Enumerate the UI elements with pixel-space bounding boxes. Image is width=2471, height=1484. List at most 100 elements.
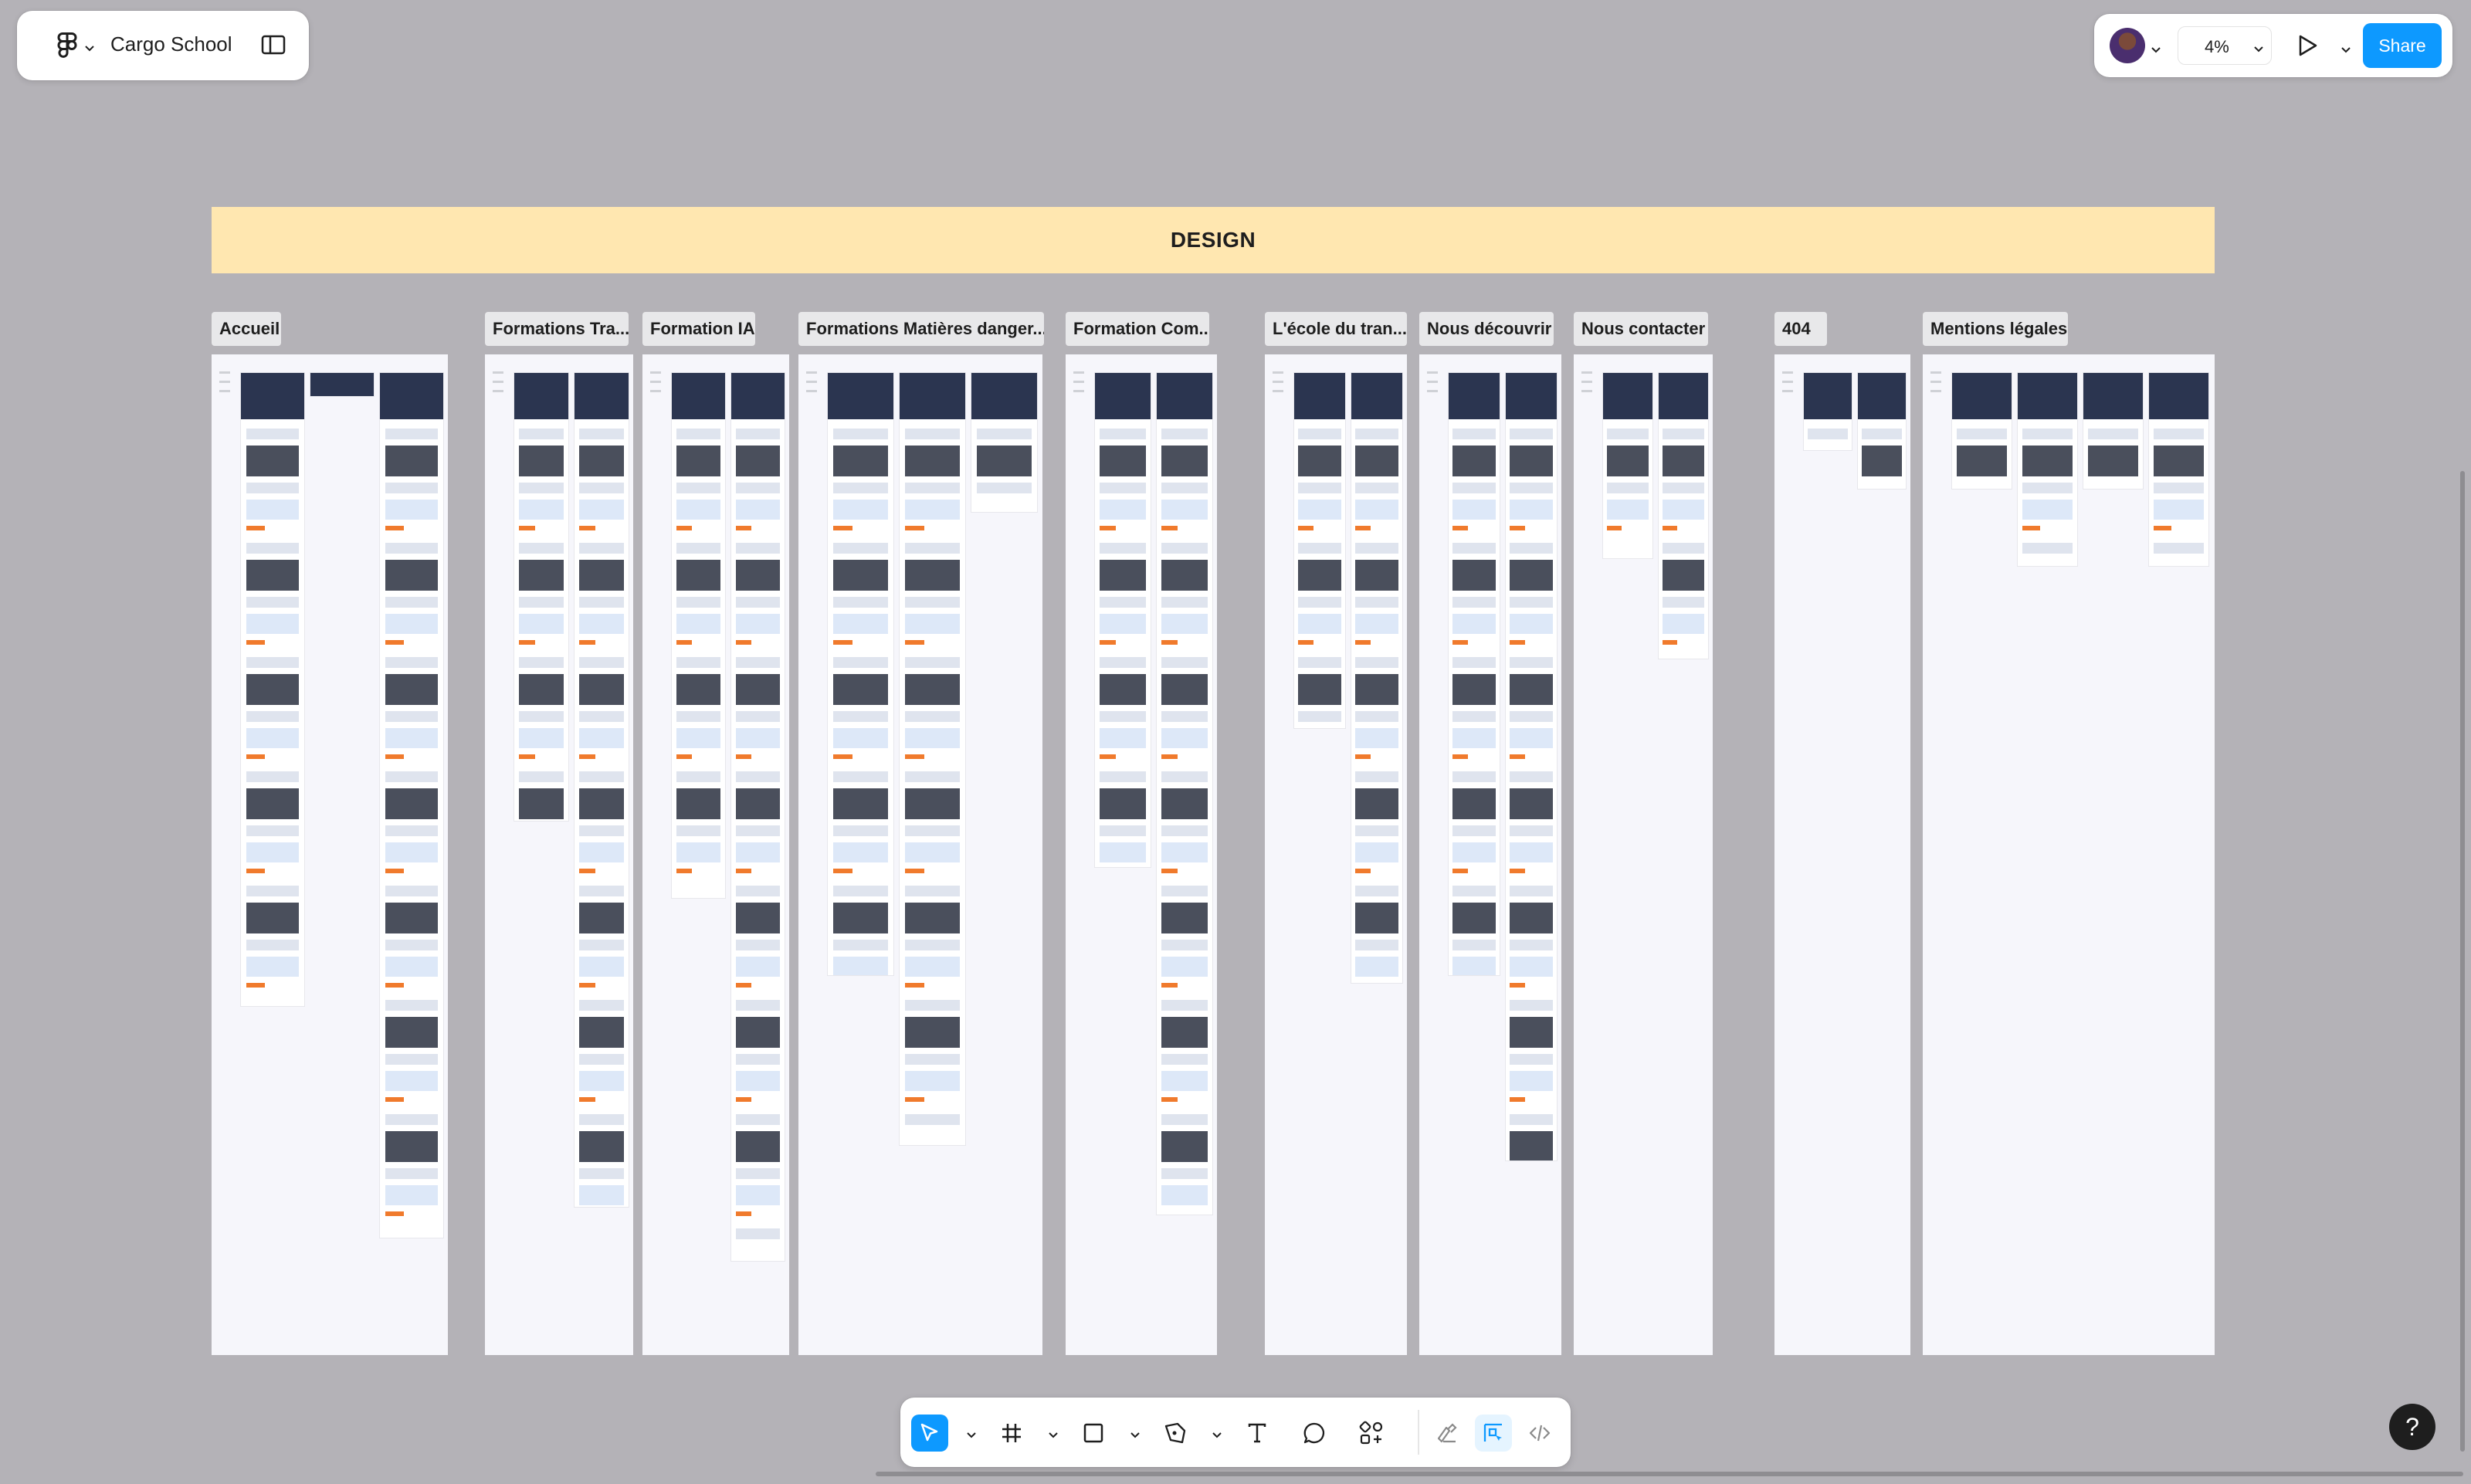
page-thumbnail[interactable] [1858,373,1906,489]
dev-mode-button[interactable] [1521,1415,1558,1452]
page-thumbnail[interactable] [1449,373,1500,975]
page-thumbnail[interactable] [1659,373,1708,659]
section-label[interactable]: 404 [1774,312,1827,346]
comment-tool-button[interactable] [1296,1415,1333,1452]
thumbnail-block [385,728,439,748]
thumbnail-block [1161,429,1208,439]
thumbnail-block [518,788,564,819]
present-play-icon[interactable] [2296,34,2318,61]
page-thumbnail[interactable] [1804,373,1852,450]
page-thumbnail[interactable] [1603,373,1652,558]
help-button[interactable]: ? [2389,1404,2435,1450]
section-label[interactable]: L'école du tran... [1265,312,1407,346]
section-label[interactable]: Mentions légales [1923,312,2068,346]
section-frame[interactable] [485,354,633,1355]
thumbnail-block [904,446,961,476]
section-frame[interactable] [212,354,448,1355]
design-section-banner[interactable]: DESIGN [212,207,2215,273]
chevron-down-icon[interactable] [1130,1428,1140,1442]
horizontal-scrollbar[interactable] [876,1472,2463,1476]
section-label[interactable]: Formation Com... [1066,312,1209,346]
page-thumbnail[interactable] [2018,373,2077,566]
draw-mode-button[interactable] [1429,1415,1466,1452]
page-thumbnail[interactable] [241,373,304,1006]
move-tool-button[interactable] [911,1415,948,1452]
figma-logo-icon[interactable] [57,32,77,63]
rectangle-tool-button[interactable] [1075,1415,1112,1452]
thumbnail-hero [1858,373,1906,419]
thumbnail-block [832,711,889,722]
chevron-down-icon[interactable] [2151,43,2161,57]
zoom-dropdown[interactable]: 4% [2178,26,2272,65]
section-frame[interactable] [1419,354,1561,1355]
thumbnail-block [518,597,564,608]
thumbnail-block [385,957,439,977]
section-frame[interactable] [1923,354,2215,1355]
thumbnail-block [518,446,564,476]
page-thumbnail[interactable] [1952,373,2012,489]
section-frame[interactable] [1066,354,1217,1355]
page-thumbnail[interactable] [828,373,893,975]
chevron-down-icon[interactable] [85,42,94,56]
page-thumbnail[interactable] [971,373,1037,512]
avatar[interactable] [2110,28,2145,63]
page-thumbnail[interactable] [731,373,785,1261]
page-thumbnail[interactable] [310,373,374,396]
thumbnail-block [1355,640,1371,645]
page-thumbnail[interactable] [900,373,965,1145]
page-thumbnail[interactable] [2149,373,2208,566]
page-thumbnail[interactable] [1506,373,1557,1160]
section-label[interactable]: Formation IA [642,312,755,346]
section-label[interactable]: Formations Matières danger... [798,312,1044,346]
page-thumbnail[interactable] [514,373,568,821]
section-label[interactable]: Formations Tra... [485,312,629,346]
page-thumbnail[interactable] [672,373,725,898]
frame-tool-button[interactable] [993,1415,1030,1452]
vertical-scrollbar[interactable] [2460,471,2465,1452]
page-thumbnail[interactable] [1095,373,1151,867]
section-frame[interactable] [1574,354,1713,1355]
chevron-down-icon[interactable] [2341,43,2351,57]
thumbnail-hero [380,373,443,419]
thumbnail-block [1510,543,1553,554]
chevron-down-icon[interactable] [1049,1428,1058,1442]
bottom-toolbar [900,1398,1571,1467]
thumbnail-block [1298,483,1341,493]
pen-tool-button[interactable] [1157,1415,1194,1452]
thumbnail-block [246,597,300,608]
thumbnail-block [1663,526,1678,530]
thumbnail-hero [1294,373,1345,419]
section-label[interactable]: Nous contacter [1574,312,1708,346]
thumbnail-block [1452,940,1496,950]
thumbnail-block [578,674,625,705]
section-label[interactable]: Accueil [212,312,281,346]
file-title[interactable]: Cargo School [110,32,232,56]
thumbnail-block [578,886,625,896]
page-thumbnail[interactable] [1294,373,1345,728]
thumbnail-block [1452,728,1496,748]
section-label[interactable]: Nous découvrir [1419,312,1554,346]
section-frame[interactable] [642,354,789,1355]
page-thumbnail[interactable] [1351,373,1402,983]
page-thumbnail[interactable] [1157,373,1212,1215]
page-thumbnail[interactable] [380,373,443,1238]
chevron-down-icon[interactable] [967,1428,976,1442]
thumbnail-block [1355,754,1371,759]
design-mode-button[interactable] [1475,1415,1512,1452]
thumbnail-block [735,429,781,439]
chevron-down-icon[interactable] [1212,1428,1222,1442]
thumbnail-block [904,983,925,988]
page-thumbnail[interactable] [575,373,629,1207]
section-frame[interactable] [798,354,1042,1355]
share-button[interactable]: Share [2363,23,2442,68]
thumbnail-block [518,711,564,722]
thumbnail-block [578,1131,625,1162]
section-frame[interactable] [1265,354,1407,1355]
text-tool-button[interactable] [1239,1415,1276,1452]
sidebar-toggle-icon[interactable] [261,34,286,59]
page-thumbnail[interactable] [2083,373,2143,489]
thumbnail-block [735,500,781,520]
actions-tool-button[interactable] [1353,1415,1390,1452]
section-frame[interactable] [1774,354,1910,1355]
frame-handle [806,371,817,393]
